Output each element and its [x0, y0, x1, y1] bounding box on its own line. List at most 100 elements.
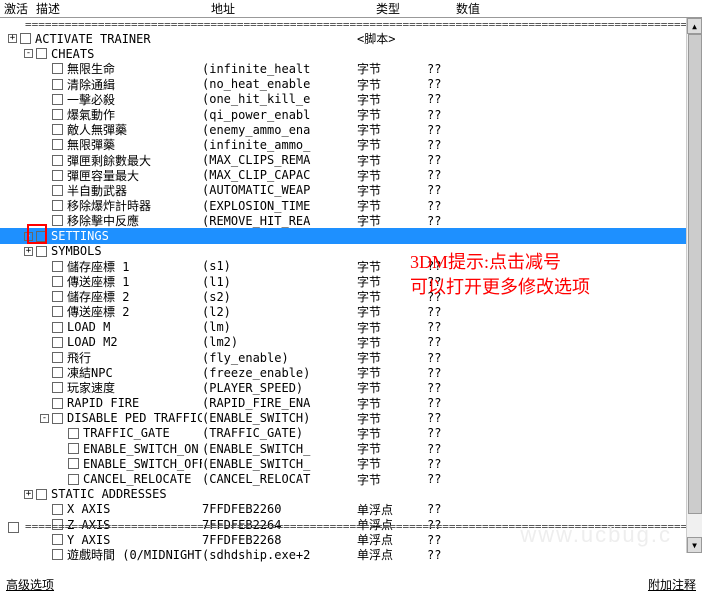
- y-axis-row[interactable]: Y AXIS7FFDFEB2268单浮点??: [0, 532, 702, 547]
- explosion-time-checkbox[interactable]: [52, 200, 63, 211]
- qi-power-row[interactable]: 爆氣動作(qi_power_enabl字节??: [0, 107, 702, 122]
- max-clip-cap-row[interactable]: 彈匣容量最大(MAX_CLIP_CAPAC字节??: [0, 168, 702, 183]
- col-addr[interactable]: 地址: [207, 0, 372, 17]
- load-m-checkbox[interactable]: [52, 322, 63, 333]
- max-clips-val: ??: [427, 153, 441, 167]
- explosion-time-addr: (EXPLOSION_TIME: [202, 199, 357, 213]
- enable-switch-off-row[interactable]: ENABLE_SWITCH_OFF(ENABLE_SWITCH_字节??: [0, 456, 702, 471]
- load-coord-1-row[interactable]: 傳送座標 1(l1)字节??: [0, 274, 702, 289]
- enable-switch-on-checkbox[interactable]: [68, 443, 79, 454]
- load-m2-checkbox[interactable]: [52, 337, 63, 348]
- vertical-scrollbar[interactable]: ▲ ▼: [686, 18, 702, 553]
- load-m-row[interactable]: LOAD M(lm)字节??: [0, 320, 702, 335]
- auto-weapon-row[interactable]: 半自動武器(AUTOMATIC_WEAP字节??: [0, 183, 702, 198]
- enable-switch-on-row[interactable]: ENABLE_SWITCH_ON(ENABLE_SWITCH_字节??: [0, 441, 702, 456]
- traffic-gate-row[interactable]: TRAFFIC_GATE(TRAFFIC_GATE)字节??: [0, 426, 702, 441]
- game-time-checkbox[interactable]: [52, 549, 63, 560]
- symbols-group-toggle[interactable]: +: [24, 247, 33, 256]
- fly-checkbox[interactable]: [52, 352, 63, 363]
- advanced-options-link[interactable]: 高级选项: [6, 576, 54, 593]
- x-axis-row[interactable]: X AXIS7FFDFEB2260单浮点??: [0, 502, 702, 517]
- x-axis-checkbox[interactable]: [52, 504, 63, 515]
- settings-group-toggle[interactable]: -: [24, 232, 33, 241]
- static-addr-toggle[interactable]: +: [24, 490, 33, 499]
- infinite-health-checkbox[interactable]: [52, 63, 63, 74]
- col-value[interactable]: 数值: [452, 0, 484, 17]
- cancel-relocate-checkbox[interactable]: [68, 474, 79, 485]
- scroll-thumb[interactable]: [688, 34, 702, 514]
- auto-weapon-checkbox[interactable]: [52, 185, 63, 196]
- disable-ped-checkbox[interactable]: [52, 413, 63, 424]
- max-clip-cap-checkbox[interactable]: [52, 170, 63, 181]
- qi-power-checkbox[interactable]: [52, 109, 63, 120]
- load-coord-1-checkbox[interactable]: [52, 276, 63, 287]
- load-m-val: ??: [427, 320, 441, 334]
- load-m2-row[interactable]: LOAD M2(lm2)字节??: [0, 335, 702, 350]
- freeze-npc-checkbox[interactable]: [52, 367, 63, 378]
- enable-switch-off-desc: ENABLE_SWITCH_OFF: [83, 457, 202, 471]
- bottom-checkbox[interactable]: [8, 522, 19, 533]
- remove-hit-row[interactable]: 移除擊中反應(REMOVE_HIT_REA字节??: [0, 213, 702, 228]
- load-coord-2-row[interactable]: 傳送座標 2(l2)字节??: [0, 304, 702, 319]
- qi-power-addr: (qi_power_enabl: [202, 108, 357, 122]
- col-type[interactable]: 类型: [372, 0, 452, 17]
- scroll-up-icon[interactable]: ▲: [687, 18, 702, 34]
- symbols-group-row[interactable]: +SYMBOLS: [0, 244, 702, 259]
- y-axis-checkbox[interactable]: [52, 534, 63, 545]
- symbols-group-checkbox[interactable]: [36, 246, 47, 257]
- load-coord-1-val: ??: [427, 275, 441, 289]
- player-speed-row[interactable]: 玩家速度(PLAYER_SPEED)字节??: [0, 380, 702, 395]
- enable-switch-off-checkbox[interactable]: [68, 458, 79, 469]
- cancel-relocate-row[interactable]: CANCEL_RELOCATE(CANCEL_RELOCAT字节??: [0, 471, 702, 486]
- y-axis-desc: Y AXIS: [67, 533, 202, 547]
- save-coord-2-row[interactable]: 儲存座標 2(s2)字节??: [0, 289, 702, 304]
- save-coord-1-row[interactable]: 儲存座標 1(s1)字节??: [0, 259, 702, 274]
- infinite-health-row[interactable]: 無限生命(infinite_healt字节??: [0, 61, 702, 76]
- remove-hit-checkbox[interactable]: [52, 215, 63, 226]
- settings-group-row[interactable]: -SETTINGS: [0, 228, 702, 243]
- freeze-npc-row[interactable]: 凍結NPC(freeze_enable)字节??: [0, 365, 702, 380]
- no-heat-addr: (no_heat_enable: [202, 77, 357, 91]
- col-active[interactable]: 激活: [0, 0, 32, 17]
- static-addr-row[interactable]: +STATIC ADDRESSES: [0, 487, 702, 502]
- activate-trainer-row[interactable]: +ACTIVATE TRAINER<脚本>: [0, 31, 702, 46]
- no-heat-checkbox[interactable]: [52, 79, 63, 90]
- table-header: 激活 描述 地址 类型 数值: [0, 0, 702, 18]
- infinite-ammo-checkbox[interactable]: [52, 139, 63, 150]
- rapid-fire-addr: (RAPID_FIRE_ENA: [202, 396, 357, 410]
- max-clips-checkbox[interactable]: [52, 155, 63, 166]
- one-hit-kill-row[interactable]: 一擊必殺(one_hit_kill_e字节??: [0, 92, 702, 107]
- settings-group-checkbox[interactable]: [36, 231, 47, 242]
- save-coord-2-checkbox[interactable]: [52, 291, 63, 302]
- cheats-group-checkbox[interactable]: [36, 48, 47, 59]
- disable-ped-row[interactable]: -DISABLE PED TRAFFIC(ENABLE_SWITCH)字节??: [0, 411, 702, 426]
- static-addr-checkbox[interactable]: [36, 489, 47, 500]
- cheats-group-toggle[interactable]: -: [24, 49, 33, 58]
- max-clip-cap-addr: (MAX_CLIP_CAPAC: [202, 168, 357, 182]
- disable-ped-toggle[interactable]: -: [40, 414, 49, 423]
- enemy-ammo-row[interactable]: 敵人無彈藥(enemy_ammo_ena字节??: [0, 122, 702, 137]
- max-clips-row[interactable]: 彈匣剩餘數最大(MAX_CLIPS_REMA字节??: [0, 153, 702, 168]
- infinite-health-val: ??: [427, 62, 441, 76]
- load-coord-2-checkbox[interactable]: [52, 306, 63, 317]
- add-comment-link[interactable]: 附加注释: [648, 576, 696, 593]
- rapid-fire-row[interactable]: RAPID FIRE(RAPID_FIRE_ENA字节??: [0, 396, 702, 411]
- enemy-ammo-checkbox[interactable]: [52, 124, 63, 135]
- save-coord-1-checkbox[interactable]: [52, 261, 63, 272]
- rapid-fire-checkbox[interactable]: [52, 398, 63, 409]
- freeze-npc-addr: (freeze_enable): [202, 366, 357, 380]
- col-desc[interactable]: 描述: [32, 0, 207, 17]
- one-hit-kill-checkbox[interactable]: [52, 94, 63, 105]
- explosion-time-row[interactable]: 移除爆炸計時器(EXPLOSION_TIME字节??: [0, 198, 702, 213]
- infinite-ammo-row[interactable]: 無限彈藥(infinite_ammo_字节??: [0, 137, 702, 152]
- cheats-group-row[interactable]: -CHEATS: [0, 46, 702, 61]
- fly-row[interactable]: 飛行(fly_enable)字节??: [0, 350, 702, 365]
- scroll-down-icon[interactable]: ▼: [687, 537, 702, 553]
- x-axis-addr: 7FFDFEB2260: [202, 502, 357, 516]
- player-speed-checkbox[interactable]: [52, 382, 63, 393]
- activate-trainer-checkbox[interactable]: [20, 33, 31, 44]
- game-time-row[interactable]: 遊戲時間 (0/MIDNIGHT(sdhdship.exe+2单浮点??: [0, 547, 702, 562]
- traffic-gate-checkbox[interactable]: [68, 428, 79, 439]
- activate-trainer-toggle[interactable]: +: [8, 34, 17, 43]
- no-heat-row[interactable]: 清除通緝(no_heat_enable字节??: [0, 77, 702, 92]
